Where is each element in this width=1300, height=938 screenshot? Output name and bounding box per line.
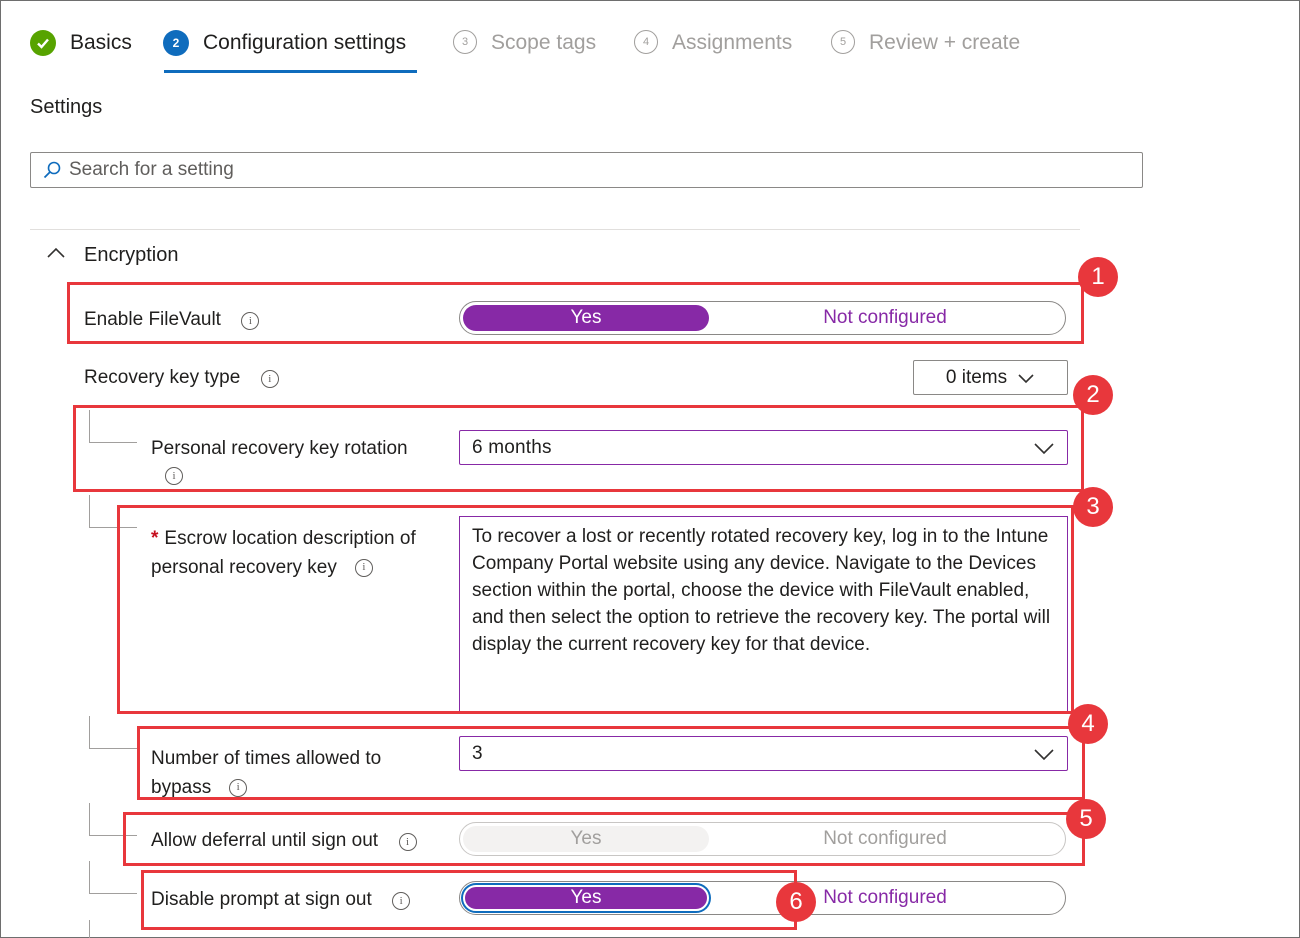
- checkmark-icon: [30, 30, 56, 56]
- active-step-underline: [164, 70, 417, 73]
- step-label: Assignments: [672, 31, 793, 54]
- recovery-key-type-dropdown[interactable]: 0 items: [913, 360, 1068, 395]
- chevron-down-icon: [1017, 372, 1035, 384]
- annotation-box: [67, 282, 1084, 344]
- wizard-step-assignments[interactable]: 4 Assignments: [634, 30, 792, 70]
- annotation-badge: 4: [1068, 704, 1108, 744]
- step-number-icon: 5: [831, 30, 855, 54]
- chevron-up-icon: [46, 246, 66, 265]
- step-label: Configuration settings: [203, 31, 407, 54]
- tree-connector: [89, 716, 137, 749]
- step-label: Scope tags: [491, 31, 597, 54]
- annotation-badge: 6: [776, 882, 816, 922]
- annotation-badge: 3: [1073, 487, 1113, 527]
- settings-title: Settings: [30, 96, 103, 118]
- step-label: Review + create: [869, 31, 1021, 54]
- tree-connector: [89, 920, 90, 938]
- annotation-box: [117, 505, 1074, 714]
- step-number-icon: 4: [634, 30, 658, 54]
- section-label: Encryption: [84, 244, 179, 266]
- wizard-step-configuration[interactable]: 2 Configuration settings: [163, 30, 406, 70]
- wizard-step-scope-tags[interactable]: 3 Scope tags: [453, 30, 596, 70]
- annotation-box: [123, 812, 1085, 866]
- field-label: Recovery key type: [84, 367, 241, 388]
- divider: [30, 229, 1080, 230]
- info-icon[interactable]: i: [260, 369, 279, 388]
- wizard-step-basics[interactable]: Basics: [30, 30, 132, 70]
- step-number-icon: 3: [453, 30, 477, 54]
- search-icon: [39, 157, 65, 183]
- wizard-step-review-create[interactable]: 5 Review + create: [831, 30, 1020, 70]
- annotation-box: [137, 726, 1085, 800]
- annotation-box: [141, 870, 797, 930]
- section-encryption-header[interactable]: Encryption: [46, 244, 179, 267]
- annotation-box: [73, 405, 1084, 492]
- annotation-badge: 2: [1073, 375, 1113, 415]
- step-number-icon: 2: [163, 30, 189, 56]
- annotation-badge: 1: [1078, 257, 1118, 297]
- annotation-badge: 5: [1066, 799, 1106, 839]
- search-input[interactable]: [67, 158, 1142, 182]
- search-box[interactable]: [30, 152, 1143, 188]
- dropdown-value: 0 items: [945, 366, 1008, 388]
- recovery-key-type-row: Recovery key type i: [84, 367, 279, 389]
- step-label: Basics: [70, 31, 132, 54]
